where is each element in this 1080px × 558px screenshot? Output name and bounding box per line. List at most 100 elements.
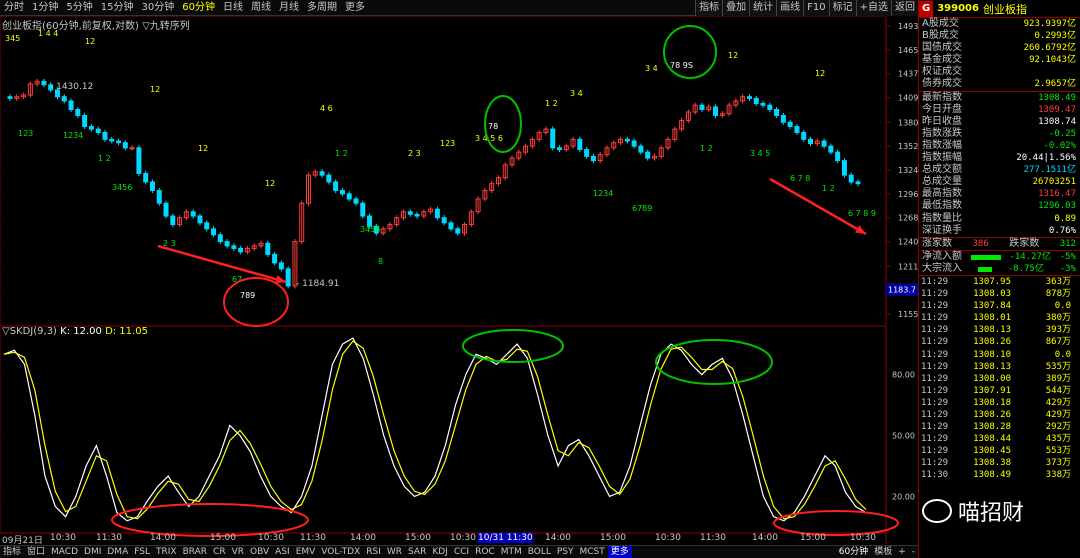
tick-row[interactable]: 11:29 1308.26 867万 [919, 336, 1080, 348]
stat-value: 923.9397亿 [1023, 19, 1076, 29]
indicator-tab-19[interactable]: ROC [472, 546, 498, 558]
tick-row[interactable]: 11:29 1308.13 535万 [919, 361, 1080, 373]
stat-label: A股成交 [922, 18, 959, 29]
tick-time: 11:29 [921, 313, 949, 324]
tick-row[interactable]: 11:29 1307.95 363万 [919, 276, 1080, 288]
tick-row[interactable]: 11:29 1308.38 373万 [919, 457, 1080, 469]
td-sequence-label: 12 [815, 69, 825, 78]
tick-row[interactable]: 11:29 1308.13 393万 [919, 324, 1080, 336]
tick-row[interactable]: 11:29 1308.44 435万 [919, 433, 1080, 445]
candle-body [407, 211, 413, 215]
indicator-tab-11[interactable]: ASI [272, 546, 293, 558]
toolbar-button-6[interactable]: +自选 [855, 0, 891, 16]
stat-value: -0.02% [1043, 140, 1076, 151]
tab-2[interactable]: 5分钟 [62, 0, 96, 16]
td-sequence-label: 1 2 [98, 154, 111, 163]
bottom-right-button-2[interactable]: - [909, 546, 918, 558]
tick-row[interactable]: 11:29 1308.45 553万 [919, 445, 1080, 457]
indicator-tab-18[interactable]: CCI [451, 546, 472, 558]
indicator-tab-21[interactable]: BOLL [525, 546, 554, 558]
tab-9[interactable]: 多周期 [303, 0, 341, 16]
indicator-tab-7[interactable]: BRAR [180, 546, 210, 558]
candlestick-chart[interactable]: 1493 1465 1437 1409 1380 1352 1324 1296 1268 1240… [0, 16, 918, 545]
time-label-1: 10:30 [50, 533, 76, 543]
stat-label: 今日开盘 [922, 103, 962, 115]
indicator-tab-9[interactable]: VR [229, 546, 247, 558]
tick-row[interactable]: 11:29 1308.03 878万 [919, 288, 1080, 300]
tab-0[interactable]: 分时 [0, 0, 28, 16]
tick-list[interactable]: 11:29 1307.95 363万 11:29 1308.03 878万 11:29 130… [919, 276, 1080, 482]
indicator-tab-24[interactable]: 更多 [607, 545, 632, 558]
tab-5[interactable]: 60分钟 [178, 0, 219, 16]
indicator-tab-5[interactable]: FSL [131, 546, 153, 558]
tab-1[interactable]: 1分钟 [28, 0, 62, 16]
bottom-right-button-0[interactable]: 模板 [871, 546, 895, 558]
toolbar-button-0[interactable]: 指标 [695, 0, 723, 16]
tick-row[interactable]: 11:29 1308.18 429万 [919, 397, 1080, 409]
indicator-tab-12[interactable]: EMV [293, 546, 319, 558]
tick-time: 11:29 [921, 276, 949, 287]
td-sequence-label: 3 4 5 [750, 149, 770, 158]
price-axis-label: 1240 [898, 238, 918, 247]
stat-row: 指数量比 0.89 [919, 213, 1080, 225]
tick-vol: 535万 [1045, 361, 1071, 372]
indicator-tab-13[interactable]: VOL-TDX [318, 546, 363, 558]
indicator-tab-14[interactable]: RSI [363, 546, 384, 558]
stat-label: 指数涨幅 [922, 139, 962, 151]
indicator-tab-16[interactable]: SAR [405, 546, 429, 558]
indicator-tab-10[interactable]: OBV [247, 546, 272, 558]
candle-body [278, 262, 284, 270]
time-label-11: 14:00 [545, 533, 571, 543]
indicator-tab-3[interactable]: DMI [81, 546, 104, 558]
tick-row[interactable]: 11:29 1307.84 0.0 [919, 300, 1080, 312]
tab-6[interactable]: 日线 [219, 0, 247, 16]
indicator-tab-20[interactable]: MTM [498, 546, 525, 558]
tick-row[interactable]: 11:29 1307.91 544万 [919, 385, 1080, 397]
td-sequence-label: 6 7 8 9 [848, 209, 876, 218]
bottom-right-button-1[interactable]: + [895, 546, 909, 558]
td-sequence-label: 12 [265, 179, 275, 188]
indicator-tab-15[interactable]: WR [384, 546, 405, 558]
time-label-8: 15:00 [405, 533, 431, 543]
indicator-tab-4[interactable]: DMA [104, 546, 131, 558]
indicator-tab-1[interactable]: 窗口 [24, 546, 48, 558]
toolbar-button-5[interactable]: 标记 [828, 0, 856, 16]
td-sequence-label: 3456 [360, 225, 380, 234]
tick-row[interactable]: 11:29 1308.00 389万 [919, 373, 1080, 385]
tab-3[interactable]: 15分钟 [97, 0, 138, 16]
candle-body [88, 126, 94, 130]
tick-row[interactable]: 11:29 1308.26 429万 [919, 409, 1080, 421]
tab-8[interactable]: 月线 [275, 0, 303, 16]
tick-row[interactable]: 11:29 1308.28 292万 [919, 421, 1080, 433]
indicator-tab-6[interactable]: TRIX [153, 546, 180, 558]
toolbar-button-3[interactable]: 画线 [776, 0, 804, 16]
tick-row[interactable]: 11:30 1308.49 338万 [919, 469, 1080, 481]
candle-body [848, 174, 854, 183]
tab-10[interactable]: 更多 [341, 0, 369, 16]
time-label-10: 10/31 11:30 [478, 533, 533, 543]
time-label-6: 11:30 [300, 533, 326, 543]
stat-row: 今日开盘 1309.47 [919, 104, 1080, 116]
tick-vol: 0.0 [1054, 349, 1071, 360]
tick-row[interactable]: 11:29 1308.01 380万 [919, 312, 1080, 324]
toolbar-button-2[interactable]: 统计 [749, 0, 777, 16]
indicator-tab-8[interactable]: CR [210, 546, 229, 558]
indicator-tab-17[interactable]: KDJ [429, 546, 451, 558]
td-sequence-label: 3456 [112, 183, 132, 192]
time-label-17: 10:30 [850, 533, 876, 543]
tick-row[interactable]: 11:29 1308.10 0.0 [919, 349, 1080, 361]
toolbar-button-4[interactable]: F10 [803, 0, 829, 16]
indicator-tab-0[interactable]: 指标 [0, 546, 24, 558]
toolbar-button-1[interactable]: 叠加 [722, 0, 750, 16]
tab-4[interactable]: 30分钟 [137, 0, 178, 16]
indicator-tab-23[interactable]: MCST [577, 546, 608, 558]
indicator-tab-2[interactable]: MACD [48, 546, 81, 558]
flow-row: 净流入额 -14.27亿 -5% [919, 251, 1080, 263]
toolbar-button-7[interactable]: 返回 [891, 0, 918, 16]
stat-value: -0.25 [1048, 128, 1076, 139]
indicator-tab-22[interactable]: PSY [554, 546, 577, 558]
td-sequence-label: 2 3 [408, 149, 421, 158]
tab-7[interactable]: 周线 [247, 0, 275, 16]
tick-price: 1308.13 [973, 325, 1011, 336]
candle-body [7, 96, 13, 99]
